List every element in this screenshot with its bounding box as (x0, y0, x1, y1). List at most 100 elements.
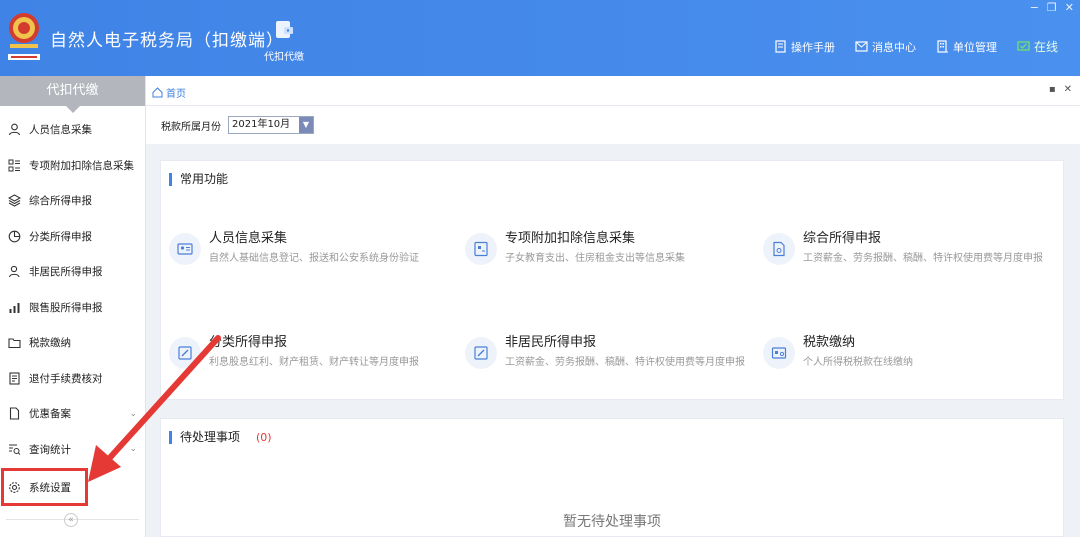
tab-controls: ▪ ✕ (1049, 84, 1072, 95)
sidebar-item-label: 税款缴纳 (29, 337, 71, 350)
function-name: 非居民所得申报 (505, 335, 597, 350)
sidebar-item-label: 系统设置 (29, 481, 71, 494)
pie-icon (8, 230, 21, 243)
tool-tab-withholding[interactable]: 代扣代缴 (256, 18, 312, 63)
sidebar-item-label: 专项附加扣除信息采集 (29, 159, 134, 172)
tab-bar: 首页 ▪ ✕ (146, 76, 1080, 106)
tax-month-value: 2021年10月 (232, 119, 291, 130)
minimize-button[interactable]: − (1030, 1, 1039, 14)
home-icon (152, 87, 163, 98)
function-name: 专项附加扣除信息采集 (505, 231, 636, 246)
sidebar-item-restricted-shares[interactable]: 限售股所得申报 (0, 290, 145, 326)
wallet-icon (276, 21, 293, 38)
sidebar: 代扣代缴 人员信息采集 专项附加扣除信息采集 综合所得申报 分类所得申报 非居民… (0, 76, 146, 537)
function-desc: 个人所得税税款在线缴纳 (803, 357, 913, 368)
pending-title-text: 待处理事项 (180, 430, 241, 444)
function-comprehensive-income[interactable]: 综合所得申报 工资薪金、劳务报酬、稿酬、特许权使用费等月度申报 (763, 227, 1053, 277)
edit-icon (465, 337, 497, 369)
collapse-sidebar-button[interactable]: « (64, 513, 78, 527)
sidebar-item-query-statistics[interactable]: 查询统计 ⌄ (0, 432, 145, 468)
chevron-down-icon: ⌄ (129, 408, 137, 419)
online-status[interactable]: 在线 (1017, 38, 1058, 55)
sidebar-item-system-settings[interactable]: 系统设置 (1, 468, 88, 506)
payment-icon (763, 337, 795, 369)
sidebar-item-tax-payment[interactable]: 税款缴纳 (0, 325, 145, 361)
tab-home-label: 首页 (166, 89, 186, 100)
function-personnel-info[interactable]: 人员信息采集 自然人基础信息登记、报送和公安系统身份验证 (169, 227, 459, 277)
id-card-icon (169, 233, 201, 265)
bar-chart-icon (9, 302, 20, 313)
function-desc: 工资薪金、劳务报酬、稿酬、特许权使用费等月度申报 (505, 357, 745, 368)
common-functions-card: 常用功能 人员信息采集 自然人基础信息登记、报送和公安系统身份验证 专项附加扣除… (160, 160, 1064, 400)
sidebar-item-label: 人员信息采集 (29, 124, 92, 137)
function-name: 分类所得申报 (209, 335, 288, 350)
app-header: 自然人电子税务局（扣缴端） 代扣代缴 − ❐ ✕ 操作手册 消息中心 单位管理 … (0, 0, 1080, 76)
sidebar-item-label: 分类所得申报 (29, 230, 92, 243)
sidebar-item-preferential-filing[interactable]: 优惠备案 ⌄ (0, 396, 145, 432)
function-desc: 工资薪金、劳务报酬、稿酬、特许权使用费等月度申报 (803, 253, 1043, 264)
edit-icon (169, 337, 201, 369)
function-name: 人员信息采集 (209, 231, 288, 246)
sidebar-item-label: 非居民所得申报 (29, 266, 103, 279)
function-nonresident-income[interactable]: 非居民所得申报 工资薪金、劳务报酬、稿酬、特许权使用费等月度申报 (465, 331, 755, 381)
tab-home[interactable]: 首页 (152, 85, 186, 100)
function-special-deduction[interactable]: 专项附加扣除信息采集 子女教育支出、住房租金支出等信息采集 (465, 227, 755, 277)
sidebar-item-label: 退付手续费核对 (29, 372, 103, 385)
sidebar-item-nonresident-income[interactable]: 非居民所得申报 (0, 254, 145, 290)
message-label: 消息中心 (871, 40, 916, 54)
tax-month-select[interactable]: 2021年10月 ▼ (228, 116, 314, 134)
maximize-tab-button[interactable]: ▪ (1049, 84, 1056, 95)
tax-emblem-icon (8, 13, 40, 60)
pending-items-card: 待处理事项 (0) 暂无待处理事项 (160, 418, 1064, 537)
sidebar-item-category-income[interactable]: 分类所得申报 (0, 219, 145, 255)
function-name: 税款缴纳 (803, 335, 856, 350)
person-icon (8, 123, 21, 136)
sidebar-item-special-deduction[interactable]: 专项附加扣除信息采集 (0, 148, 145, 184)
tool-tab-label: 代扣代缴 (264, 52, 304, 63)
chevron-down-icon: ⌄ (129, 444, 137, 455)
close-tab-button[interactable]: ✕ (1064, 84, 1072, 95)
manual-icon (775, 40, 786, 53)
window-controls: − ❐ ✕ (1030, 1, 1074, 14)
function-desc: 自然人基础信息登记、报送和公安系统身份验证 (209, 253, 419, 264)
person-outline-icon (8, 266, 20, 278)
dropdown-arrow-icon[interactable]: ▼ (299, 117, 313, 133)
app-title: 自然人电子税务局（扣缴端） (50, 31, 284, 51)
building-icon (937, 40, 948, 53)
function-desc: 子女教育支出、住房租金支出等信息采集 (505, 253, 685, 264)
pending-empty-text: 暂无待处理事项 (563, 514, 661, 530)
pending-items-title: 待处理事项 (0) (169, 431, 272, 444)
online-icon (1017, 41, 1030, 51)
message-center-button[interactable]: 消息中心 (855, 39, 916, 55)
search-list-icon (9, 444, 21, 455)
function-category-income[interactable]: 分类所得申报 利息股息红利、财产租赁、财产转让等月度申报 (169, 331, 459, 381)
list-icon (8, 159, 20, 172)
form-icon (465, 233, 497, 265)
header-actions: 操作手册 消息中心 单位管理 在线 (774, 38, 1058, 55)
filter-bar: 税款所属月份 2021年10月 ▼ (146, 106, 1080, 144)
sidebar-title: 代扣代缴 (0, 76, 145, 113)
sidebar-item-refund-fee-check[interactable]: 退付手续费核对 (0, 361, 145, 397)
function-desc: 利息股息红利、财产租赁、财产转让等月度申报 (209, 357, 419, 368)
sidebar-item-label: 限售股所得申报 (29, 301, 103, 314)
pending-count: (0) (256, 431, 272, 444)
document-icon (9, 372, 20, 385)
folder-icon (8, 338, 21, 349)
function-name: 综合所得申报 (803, 231, 882, 246)
restore-button[interactable]: ❐ (1047, 1, 1057, 14)
gear-icon (9, 481, 20, 493)
sidebar-item-personnel-info[interactable]: 人员信息采集 (0, 112, 145, 148)
file-icon (9, 407, 20, 420)
sidebar-item-label: 优惠备案 (29, 408, 71, 421)
sidebar-item-comprehensive-income[interactable]: 综合所得申报 (0, 183, 145, 219)
function-tax-payment[interactable]: 税款缴纳 个人所得税税款在线缴纳 (763, 331, 1053, 381)
online-label: 在线 (1033, 40, 1058, 54)
report-icon (763, 233, 795, 265)
common-functions-title: 常用功能 (169, 173, 228, 186)
layers-icon (8, 194, 21, 207)
manual-label: 操作手册 (790, 40, 835, 54)
unit-management-button[interactable]: 单位管理 (936, 39, 997, 55)
close-window-button[interactable]: ✕ (1065, 1, 1074, 14)
manual-button[interactable]: 操作手册 (774, 39, 835, 55)
message-icon (855, 41, 868, 52)
